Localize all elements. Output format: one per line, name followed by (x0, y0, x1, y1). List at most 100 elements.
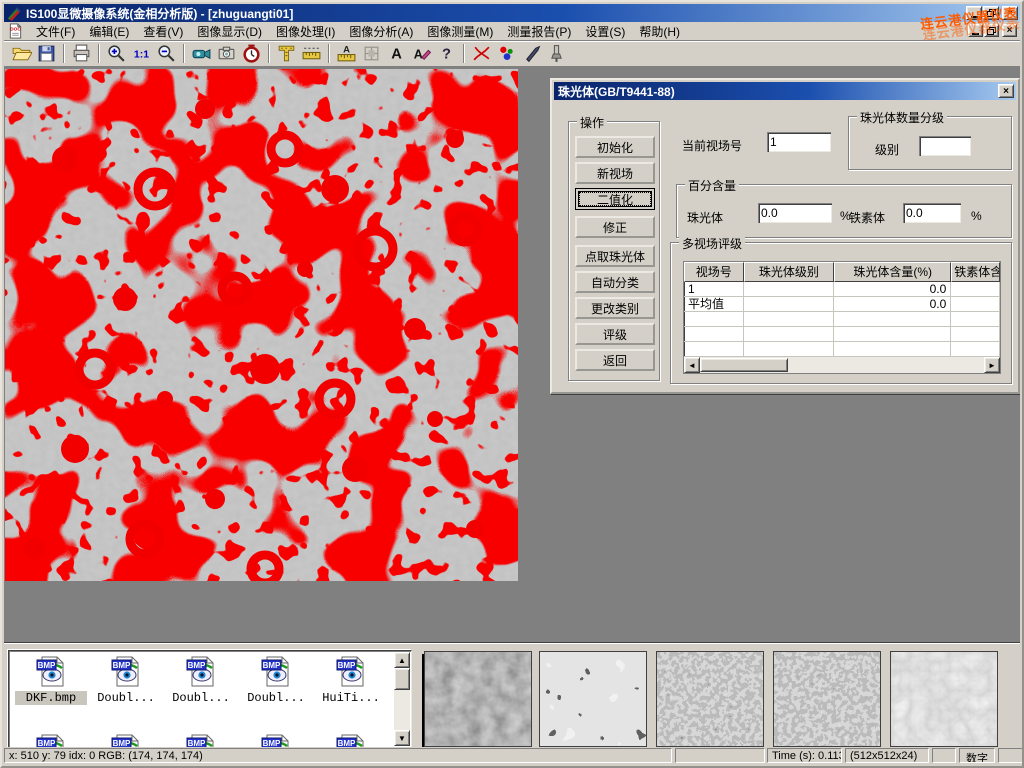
file-name: Doubl... (240, 691, 312, 705)
capture-icon[interactable] (214, 42, 239, 65)
application-window: IS100显微摄像系统(金相分析版) - [zhuguangti01] × 连云… (0, 0, 1024, 768)
correct-button[interactable]: 修正 (575, 216, 655, 238)
scroll-down-icon[interactable]: ▼ (394, 730, 410, 746)
brush-icon[interactable] (544, 42, 569, 65)
zoom-in-icon[interactable] (104, 42, 129, 65)
percent-group: 百分含量 珠光体 % 铁素体 % (676, 184, 1012, 238)
status-mode: 数字 (959, 748, 995, 763)
thumbnail-4[interactable] (773, 651, 881, 747)
menu-settings[interactable]: 设置(S) (578, 21, 632, 42)
grade-input[interactable] (919, 136, 971, 156)
grade-group: 珠光体数量分级 级别 (848, 116, 1012, 170)
return-button[interactable]: 返回 (575, 349, 655, 371)
file-item[interactable] (165, 733, 237, 748)
table-row-empty (684, 312, 1000, 327)
table-row-empty (684, 342, 1000, 357)
hscroll-thumb[interactable] (700, 358, 788, 372)
file-list-scrollbar[interactable]: ▲ ▼ (394, 652, 410, 746)
measure-text-icon[interactable]: A (334, 42, 359, 65)
table-row-empty (684, 327, 1000, 342)
new-field-button[interactable]: 新视场 (575, 162, 655, 184)
menu-image-measure[interactable]: 图像测量(M) (420, 21, 500, 42)
status-time: Time (s): 0.113 (767, 748, 842, 763)
current-field-input[interactable] (767, 132, 831, 152)
thumbnail-5[interactable] (890, 651, 998, 747)
menu-file[interactable]: 文件(F) (29, 21, 82, 42)
file-item[interactable] (240, 733, 312, 748)
status-bar: x: 510 y: 79 idx: 0 RGB: (174, 174, 174)… (4, 747, 1020, 764)
table-row[interactable]: 1 0.0 (684, 282, 1000, 297)
curve-cut-icon[interactable] (469, 42, 494, 65)
vscroll-thumb[interactable] (394, 668, 410, 690)
file-name: HuiTi... (315, 691, 387, 705)
file-name: Doubl... (90, 691, 162, 705)
file-item[interactable]: HuiTi... (315, 655, 387, 705)
multi-field-group: 多视场评级 视场号 珠光体级别 珠光体含量(%) 铁素体含量(%) 1 0.0 (670, 242, 1012, 384)
thumbnail-2[interactable] (539, 651, 647, 747)
zoom-out-icon[interactable] (154, 42, 179, 65)
caliper-icon[interactable] (274, 42, 299, 65)
metallograph-image[interactable] (5, 69, 518, 581)
svg-text:A: A (414, 48, 423, 62)
scroll-up-icon[interactable]: ▲ (394, 652, 410, 668)
table-hscrollbar[interactable]: ◄ ► (684, 357, 1000, 373)
file-list[interactable]: BMP DKF.bmp Doubl... Doubl... Doubl... (8, 650, 412, 748)
scroll-right-icon[interactable]: ► (984, 357, 1000, 373)
annotate-icon[interactable]: A (409, 42, 434, 65)
file-item[interactable]: Doubl... (165, 655, 237, 705)
save-icon[interactable] (34, 42, 59, 65)
change-class-button[interactable]: 更改类别 (575, 297, 655, 319)
pen-icon[interactable] (519, 42, 544, 65)
pick-pearlite-button[interactable]: 点取珠光体 (575, 245, 655, 267)
grade-group-label: 珠光体数量分级 (857, 109, 947, 126)
timer-icon[interactable] (239, 42, 264, 65)
menu-image-process[interactable]: 图像处理(I) (269, 21, 342, 42)
ruler-icon[interactable] (299, 42, 324, 65)
gallery-panel: BMP DKF.bmp Doubl... Doubl... Doubl... (4, 643, 1020, 753)
document-icon: DOC (7, 23, 24, 39)
window-title: IS100显微摄像系统(金相分析版) - [zhuguangti01] (26, 5, 293, 22)
scroll-left-icon[interactable]: ◄ (684, 357, 700, 373)
mdi-restore-button[interactable] (984, 24, 999, 37)
auto-classify-button[interactable]: 自动分类 (575, 271, 655, 293)
menu-image-analysis[interactable]: 图像分析(A) (342, 21, 420, 42)
bmp-file-icon (35, 655, 68, 688)
pearlite-percent-input[interactable] (758, 203, 832, 223)
file-item[interactable]: DKF.bmp (15, 655, 87, 705)
file-item[interactable]: Doubl... (240, 655, 312, 705)
initialize-button[interactable]: 初始化 (575, 136, 655, 158)
ferrite-percent-input[interactable] (903, 203, 961, 223)
mdi-close-button[interactable]: × (1002, 24, 1017, 37)
file-item[interactable] (15, 733, 87, 748)
rating-table[interactable]: 视场号 珠光体级别 珠光体含量(%) 铁素体含量(%) 1 0.0 平均值 (683, 261, 1001, 374)
file-item[interactable] (315, 733, 387, 748)
phase-particles-icon[interactable] (494, 42, 519, 65)
thumbnail-3[interactable] (656, 651, 764, 747)
dialog-title-bar: 珠光体(GB/T9441-88) × (554, 82, 1016, 100)
open-icon[interactable] (9, 42, 34, 65)
table-row[interactable]: 平均值 0.0 (684, 297, 1000, 312)
print-icon[interactable] (69, 42, 94, 65)
rate-button[interactable]: 评级 (575, 323, 655, 345)
menu-view[interactable]: 查看(V) (136, 21, 190, 42)
binarize-button[interactable]: 二值化 (575, 188, 655, 210)
file-item[interactable] (90, 733, 162, 748)
thumbnail-1[interactable] (424, 651, 532, 747)
ferrite-label: 铁素体 (849, 209, 885, 226)
help-icon[interactable]: ? (434, 42, 459, 65)
actual-size-icon[interactable]: 1:1 (129, 42, 154, 65)
menu-measure-report[interactable]: 测量报告(P) (500, 21, 578, 42)
multi-field-group-label: 多视场评级 (679, 235, 745, 252)
svg-text:A: A (391, 47, 402, 63)
grid-icon[interactable] (359, 42, 384, 65)
pearlite-dialog: 珠光体(GB/T9441-88) × 操作 初始化 新视场 二值化 修正 点取珠… (550, 78, 1020, 394)
menu-image-display[interactable]: 图像显示(D) (190, 21, 269, 42)
file-item[interactable]: Doubl... (90, 655, 162, 705)
dialog-title: 珠光体(GB/T9441-88) (558, 83, 675, 100)
text-icon[interactable]: A (384, 42, 409, 65)
col-field: 视场号 (684, 262, 744, 282)
dialog-close-button[interactable]: × (998, 84, 1014, 98)
menu-edit[interactable]: 编辑(E) (82, 21, 136, 42)
video-camera-icon[interactable] (189, 42, 214, 65)
menu-help[interactable]: 帮助(H) (632, 21, 687, 42)
